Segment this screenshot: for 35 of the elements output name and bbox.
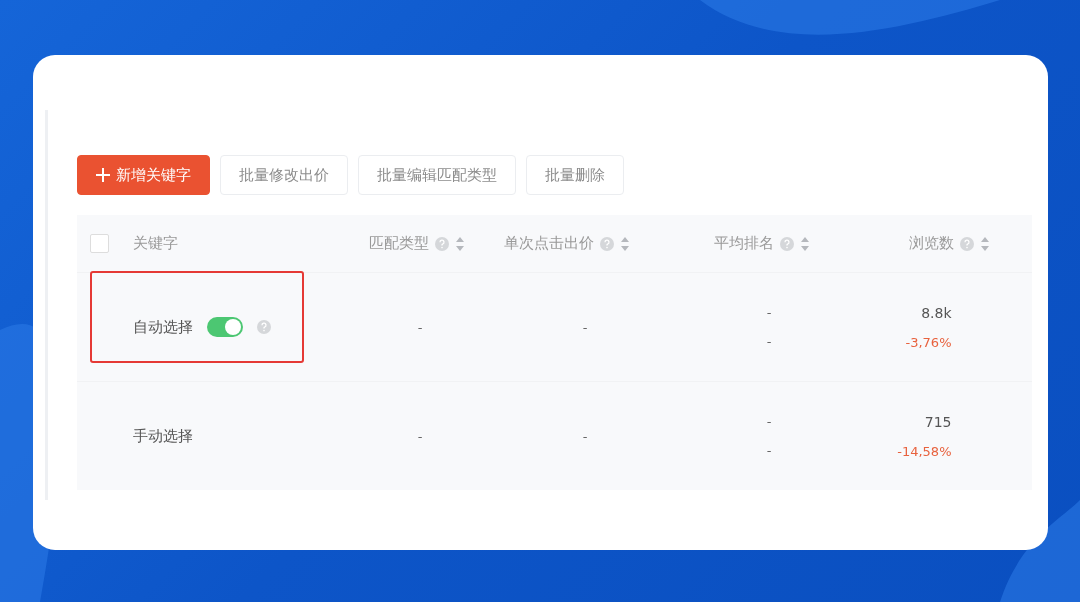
table-cell: - [766, 414, 772, 429]
table-cell: - [766, 305, 772, 320]
views-change: -3,76% [905, 334, 952, 350]
column-header: 单次点击出价 [503, 234, 594, 253]
select-all-checkbox[interactable] [89, 234, 109, 253]
column-header: 平均排名 [713, 234, 774, 253]
table-cell: - [417, 319, 423, 335]
help-icon [599, 236, 614, 251]
keyword-cell: 自动选择 [132, 317, 193, 337]
column-header: 浏览数 [908, 234, 954, 253]
help-icon [434, 236, 449, 251]
sort-icon[interactable] [619, 235, 630, 252]
sort-icon[interactable] [799, 235, 810, 252]
column-header: 关键字 [132, 234, 178, 253]
views-value: 8.8k [921, 304, 952, 321]
batch-action-button[interactable]: 批量删除 [525, 155, 624, 195]
table-cell: - [582, 428, 588, 444]
column-header: 匹配类型 [368, 234, 429, 253]
sort-icon[interactable] [979, 235, 990, 252]
help-icon [959, 236, 974, 251]
views-value: 715 [924, 413, 952, 430]
help-icon [256, 320, 271, 334]
plus-icon [95, 168, 110, 182]
views-change: -14,58% [897, 443, 952, 459]
table-cell: - [766, 334, 772, 349]
keyword-cell: 手动选择 [132, 426, 193, 446]
sort-icon[interactable] [454, 235, 465, 252]
table-cell: - [766, 443, 772, 458]
table-cell: - [417, 428, 423, 444]
batch-action-button[interactable]: 批量编辑匹配类型 [357, 155, 516, 195]
table-cell: - [582, 319, 588, 335]
help-icon [779, 236, 794, 251]
add-keyword-button[interactable]: 新增关键字 [76, 155, 210, 195]
batch-action-button[interactable]: 批量修改出价 [219, 155, 348, 195]
toggle-switch[interactable] [206, 317, 243, 337]
